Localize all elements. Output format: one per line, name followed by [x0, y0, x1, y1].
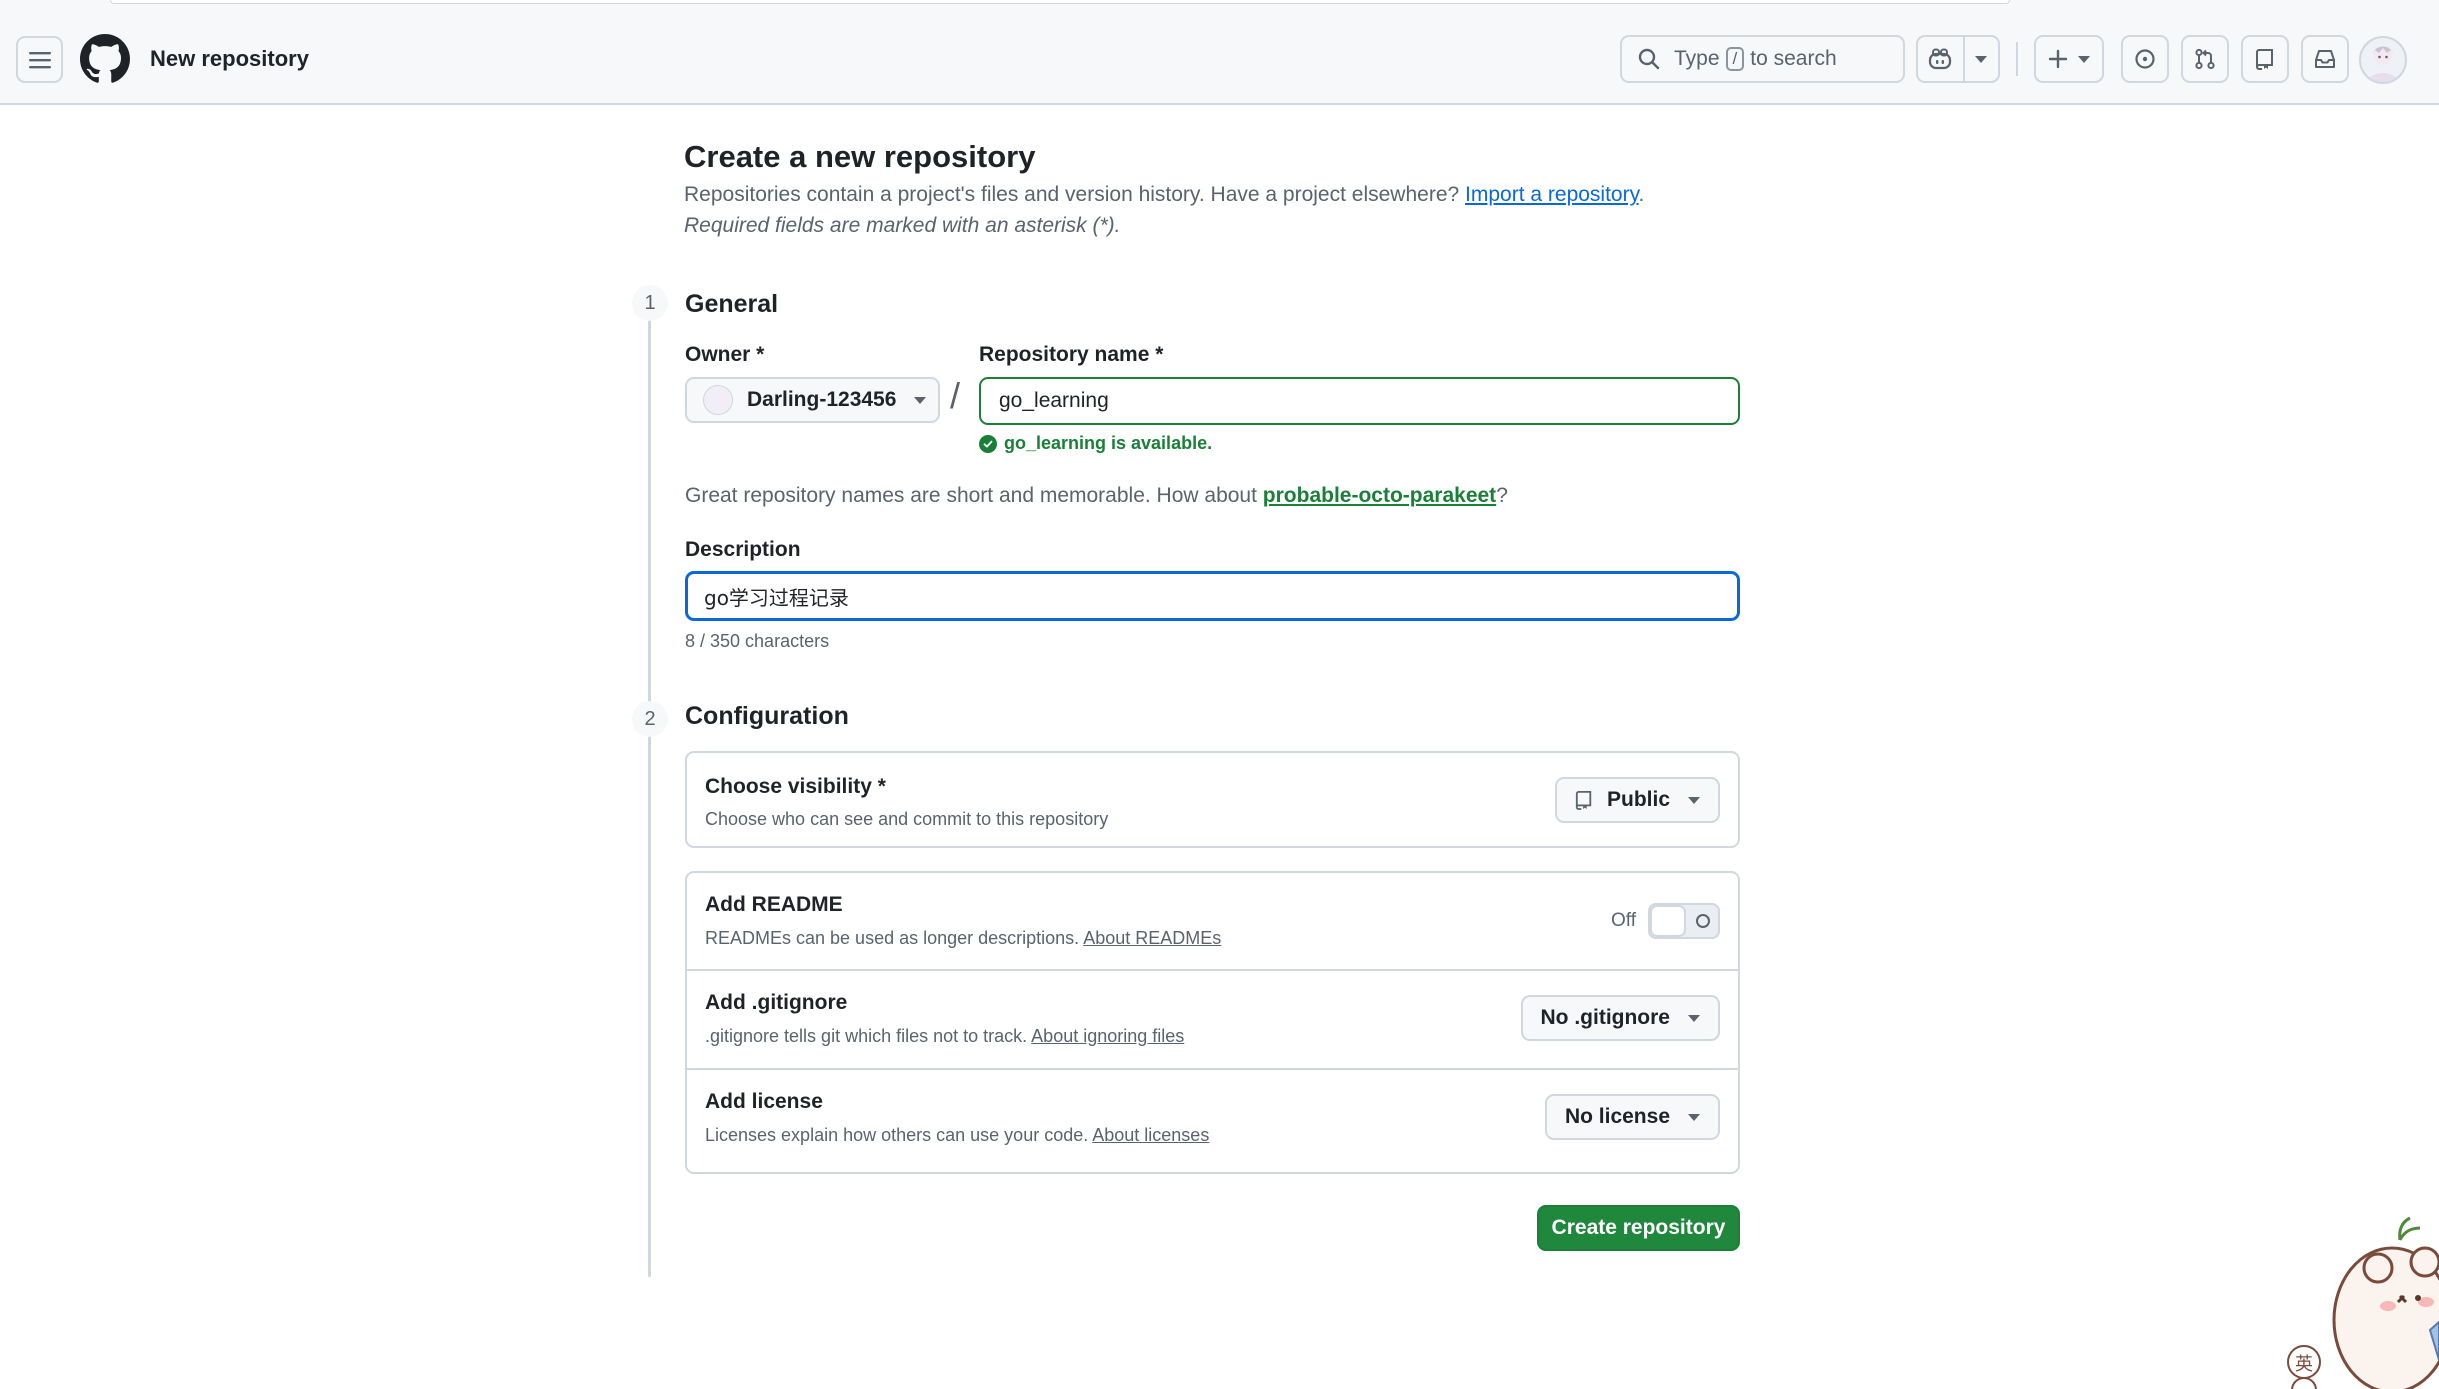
chevron-down-icon: [1688, 1113, 1700, 1121]
chevron-down-icon: [1688, 1014, 1700, 1022]
license-select[interactable]: No license: [1544, 1094, 1720, 1140]
license-row: Add license Licenses explain how others …: [687, 1070, 1738, 1172]
chevron-down-icon: [914, 396, 927, 404]
avatar-image-icon: [2369, 46, 2397, 82]
repository-name-input[interactable]: [979, 377, 1740, 425]
user-avatar[interactable]: [2359, 36, 2407, 84]
repositories-button[interactable]: [2241, 35, 2289, 83]
gitignore-title: Add .gitignore: [705, 991, 848, 1014]
owner-value: Darling-123456: [747, 388, 897, 411]
owner-label: Owner *: [685, 343, 765, 366]
readme-title: Add README: [705, 893, 843, 916]
visibility-select[interactable]: Public: [1554, 777, 1720, 823]
readme-toggle-wrap: Off: [1611, 903, 1720, 939]
readme-toggle-label: Off: [1611, 910, 1636, 931]
license-title: Add license: [705, 1090, 823, 1113]
search-icon: [1638, 48, 1660, 70]
about-licenses-link[interactable]: About licenses: [1092, 1125, 1209, 1145]
subtitle-end: .: [1638, 183, 1645, 206]
owner-select[interactable]: Darling-123456: [685, 377, 940, 423]
step-timeline: [648, 297, 651, 1277]
page-subtitle: Repositories contain a project's files a…: [684, 183, 1644, 207]
check-circle-icon: [979, 434, 997, 453]
toggle-knob: [1650, 905, 1686, 937]
suggested-name-link[interactable]: probable-octo-parakeet: [1263, 484, 1496, 507]
toggle-off-icon: [1696, 914, 1710, 928]
about-readmes-link[interactable]: About READMEs: [1083, 928, 1221, 948]
inbox-icon: [2315, 50, 2335, 68]
step-number-1: 1: [632, 285, 668, 321]
about-ignoring-files-link[interactable]: About ignoring files: [1031, 1026, 1184, 1046]
visibility-title: Choose visibility *: [705, 775, 886, 798]
readme-toggle[interactable]: [1648, 903, 1720, 939]
header-divider: [2016, 42, 2018, 76]
name-suggestion: Great repository names are short and mem…: [685, 484, 1508, 508]
repo-icon: [2256, 49, 2273, 70]
required-fields-note: Required fields are marked with an aster…: [684, 214, 1121, 237]
global-header: New repository Type / to search: [0, 6, 2439, 105]
gitignore-desc-text: .gitignore tells git which files not to …: [705, 1026, 1028, 1046]
readme-desc-text: READMEs can be used as longer descriptio…: [705, 928, 1080, 948]
visibility-desc: Choose who can see and commit to this re…: [705, 809, 1109, 829]
suggestion-end: ?: [1496, 484, 1508, 507]
gitignore-value: No .gitignore: [1540, 1006, 1671, 1029]
copilot-icon: [1929, 48, 1952, 70]
copilot-button[interactable]: [1918, 37, 1965, 81]
svg-text:英: 英: [2295, 1354, 2313, 1375]
description-char-count: 8 / 350 characters: [685, 631, 830, 651]
context-title[interactable]: New repository: [150, 46, 309, 72]
visibility-box: Choose visibility * Choose who can see a…: [685, 751, 1740, 848]
browser-bar-remnant: [110, 0, 2010, 4]
repo-icon: [1575, 791, 1592, 810]
copilot-button-group: [1916, 35, 2000, 83]
copilot-dropdown-button[interactable]: [1965, 37, 1998, 81]
chevron-down-icon: [1688, 796, 1700, 804]
create-repository-button[interactable]: Create repository: [1537, 1205, 1740, 1251]
options-box: Add README READMEs can be used as longer…: [685, 871, 1740, 1174]
search-shortcut-key: /: [1725, 47, 1745, 71]
availability-message: go_learning is available.: [979, 433, 1212, 454]
page-title: Create a new repository: [684, 139, 1036, 174]
description-input[interactable]: [685, 571, 1740, 621]
configuration-section-title: Configuration: [685, 702, 849, 730]
inbox-button[interactable]: [2301, 35, 2349, 83]
search-input[interactable]: Type / to search: [1620, 35, 1905, 83]
mascot-decoration-icon: 英: [2287, 1216, 2439, 1389]
owner-avatar: [703, 385, 733, 415]
readme-desc: READMEs can be used as longer descriptio…: [705, 928, 1221, 949]
repository-name-label: Repository name *: [979, 343, 1164, 366]
readme-row: Add README READMEs can be used as longer…: [687, 873, 1738, 971]
owner-repo-separator: /: [950, 375, 961, 416]
gitignore-row: Add .gitignore .gitignore tells git whic…: [687, 971, 1738, 1070]
license-value: No license: [1564, 1105, 1670, 1128]
visibility-value: Public: [1606, 788, 1670, 811]
search-suffix: to search: [1750, 47, 1837, 70]
github-logo-icon[interactable]: [80, 34, 130, 84]
general-section-title: General: [685, 290, 779, 318]
chevron-down-icon: [2078, 55, 2090, 63]
step-number-2: 2: [632, 701, 668, 737]
menu-button[interactable]: [16, 36, 63, 83]
issues-button[interactable]: [2121, 35, 2169, 83]
create-new-button[interactable]: [2034, 35, 2104, 83]
description-label: Description: [685, 538, 801, 561]
plus-icon: [2048, 49, 2068, 69]
hamburger-icon: [28, 51, 51, 68]
gitignore-desc: .gitignore tells git which files not to …: [705, 1026, 1184, 1047]
availability-text: go_learning is available.: [1004, 433, 1213, 453]
license-desc: Licenses explain how others can use your…: [705, 1125, 1209, 1146]
pull-request-icon: [2195, 48, 2215, 70]
subtitle-text: Repositories contain a project's files a…: [684, 183, 1460, 206]
license-desc-text: Licenses explain how others can use your…: [705, 1125, 1089, 1145]
issue-icon: [2135, 49, 2155, 69]
suggestion-text: Great repository names are short and mem…: [685, 484, 1257, 507]
chevron-down-icon: [1975, 55, 1988, 63]
import-repository-link[interactable]: Import a repository: [1465, 183, 1639, 206]
pull-requests-button[interactable]: [2181, 35, 2229, 83]
search-prefix: Type: [1674, 47, 1720, 70]
gitignore-select[interactable]: No .gitignore: [1520, 995, 1720, 1041]
